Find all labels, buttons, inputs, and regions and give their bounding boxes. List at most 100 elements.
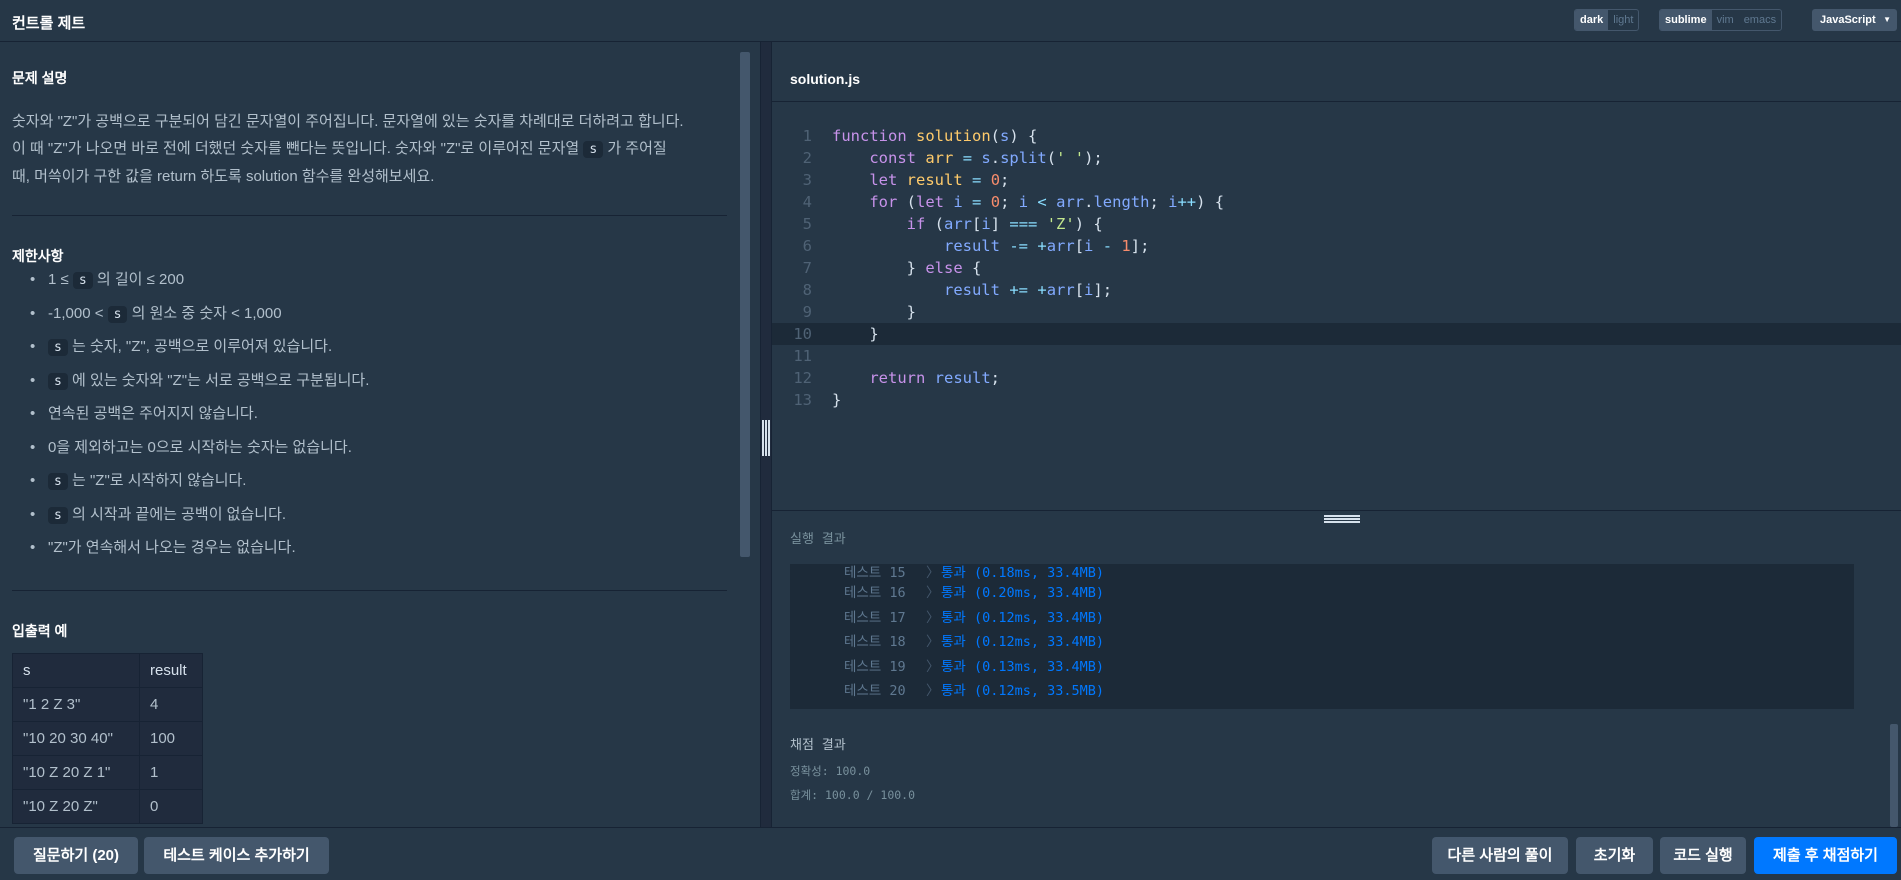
line-number: 6 (802, 237, 812, 255)
vertical-splitter[interactable] (760, 42, 772, 827)
table-header: s (12, 653, 140, 688)
table-cell: 100 (139, 721, 203, 756)
horizontal-splitter[interactable] (772, 510, 1901, 524)
description-line-2: 이 때 "Z"가 나오면 바로 전에 더했던 숫자를 뺀다는 뜻입니다. 숫자와… (12, 135, 732, 163)
code-line[interactable]: 1 function solution(s) { (772, 125, 1901, 147)
code-line[interactable]: 9 } (772, 301, 1901, 323)
description-line-3: 때, 머쓱이가 구한 값을 return 하도록 solution 함수를 완성… (12, 168, 435, 185)
inline-code: s (583, 141, 604, 158)
keymap-vim-option[interactable]: vim (1712, 10, 1739, 30)
constraint-item: 0을 제외하고는 0으로 시작하는 숫자는 없습니다. (30, 435, 369, 469)
line-number: 12 (793, 369, 812, 387)
others-solutions-button[interactable]: 다른 사람의 풀이 (1432, 837, 1568, 874)
code-line[interactable]: 13} (772, 389, 1901, 411)
table-header: result (139, 653, 203, 688)
code-line[interactable]: 2 const arr = s.split(' '); (772, 147, 1901, 169)
code-line[interactable]: 5 if (arr[i] === 'Z') { (772, 213, 1901, 235)
table-header-row: s result (12, 653, 203, 688)
constraint-item: 1 ≤ s 의 길이 ≤ 200 (30, 267, 369, 301)
table-cell: "10 20 30 40" (12, 721, 140, 756)
code-line[interactable]: 8 result += +arr[i]; (772, 279, 1901, 301)
constraint-text: 연속된 공백은 주어지지 않습니다. (48, 405, 258, 422)
table-cell: 1 (139, 755, 203, 790)
drag-handle-icon[interactable] (1324, 515, 1360, 523)
results-panel: 실행 결과 테스트 15 〉 통과 (0.18ms, 33.4MB) 테스트 16 〉… (772, 524, 1901, 827)
reset-button[interactable]: 초기화 (1576, 837, 1653, 874)
constraint-text: 의 원소 중 숫자 < 1,000 (127, 304, 282, 322)
accuracy-score: 정확성: 100.0 (790, 764, 871, 778)
test-separator: 〉 (926, 683, 940, 699)
code-line[interactable]: 6 result -= +arr[i - 1]; (772, 235, 1901, 257)
language-select[interactable]: JavaScript ▼ (1812, 9, 1897, 31)
editor-filename: solution.js (790, 71, 860, 87)
line-number: 9 (802, 303, 812, 321)
code-line[interactable]: 4 for (let i = 0; i < arr.length; i++) { (772, 191, 1901, 213)
test-label: 테스트 18 (844, 634, 906, 650)
problem-description: 숫자와 "Z"가 공백으로 구분되어 담긴 문자열이 주어집니다. 문자열에 있… (12, 108, 732, 190)
submit-button[interactable]: 제출 후 채점하기 (1754, 837, 1897, 874)
code-editor[interactable]: 1 function solution(s) { 2 const arr = s.… (772, 103, 1901, 510)
inline-code: s (48, 506, 68, 524)
test-label: 테스트 17 (844, 610, 906, 626)
constraint-item: s 에 있는 숫자와 "Z"는 서로 공백으로 구분됩니다. (30, 368, 369, 402)
constraint-text: 의 길이 ≤ 200 (92, 271, 185, 288)
constraint-item: 연속된 공백은 주어지지 않습니다. (30, 401, 369, 435)
keymap-toggle[interactable]: sublime vim emacs (1659, 9, 1783, 31)
divider (12, 590, 727, 591)
ask-question-button[interactable]: 질문하기 (20) (14, 837, 138, 874)
theme-light-option[interactable]: light (1608, 10, 1638, 30)
results-scrollbar[interactable] (1890, 724, 1898, 827)
grading-result: 채점 결과 정확성: 100.0 합계: 100.0 / 100.0 (790, 734, 915, 803)
divider (12, 215, 727, 216)
results-title: 실행 결과 (790, 532, 846, 547)
app-title: 컨트롤 제트 (12, 15, 86, 32)
problem-scrollbar[interactable] (740, 52, 750, 557)
line-number: 1 (802, 127, 812, 145)
constraint-text: 는 "Z"로 시작하지 않습니다. (67, 472, 247, 489)
test-label: 테스트 20 (844, 683, 906, 699)
language-label: JavaScript (1820, 14, 1876, 26)
table-cell: 0 (139, 789, 203, 824)
code-line[interactable]: 12 return result; (772, 367, 1901, 389)
line-number: 8 (802, 281, 812, 299)
code-line[interactable]: 7 } else { (772, 257, 1901, 279)
top-bar: 컨트롤 제트 dark light sublime vim emacs Java… (0, 0, 1901, 42)
drag-handle-icon[interactable] (762, 420, 770, 456)
constraints-list: 1 ≤ s 의 길이 ≤ 200 -1,000 < s 의 원소 중 숫자 < … (30, 267, 369, 569)
test-separator: 〉 (926, 610, 940, 626)
line-number: 5 (802, 215, 812, 233)
total-score: 합계: 100.0 / 100.0 (790, 788, 916, 802)
line-number: 3 (802, 171, 812, 189)
code-line[interactable]: 3 let result = 0; (772, 169, 1901, 191)
table-row: "10 Z 20 Z" 0 (12, 789, 203, 824)
description-text: 이 때 "Z"가 나오면 바로 전에 더했던 숫자를 뺀다는 뜻입니다. 숫자와… (12, 140, 584, 157)
line-number: 7 (802, 259, 812, 277)
code-line-active[interactable]: 10 } (772, 323, 1901, 345)
test-status: 통과 (0.20ms, 33.4MB) (941, 585, 1105, 601)
keymap-sublime-option[interactable]: sublime (1660, 10, 1712, 30)
constraint-item: s 는 "Z"로 시작하지 않습니다. (30, 468, 369, 502)
test-results-list: 테스트 15 〉 통과 (0.18ms, 33.4MB) 테스트 16 〉 통과 (0.… (790, 564, 1854, 709)
keymap-emacs-option[interactable]: emacs (1739, 10, 1781, 30)
theme-toggle[interactable]: dark light (1574, 9, 1640, 31)
test-status: 통과 (0.12ms, 33.4MB) (941, 634, 1105, 650)
inline-code: s (48, 372, 68, 390)
test-separator: 〉 (926, 634, 940, 650)
code-line[interactable]: 11 (772, 345, 1901, 367)
editor-header: solution.js (772, 42, 1901, 102)
constraint-text: 0을 제외하고는 0으로 시작하는 숫자는 없습니다. (48, 438, 352, 456)
constraint-item: -1,000 < s 의 원소 중 숫자 < 1,000 (30, 301, 369, 335)
theme-dark-option[interactable]: dark (1575, 10, 1609, 30)
table-cell: "1 2 Z 3" (12, 687, 140, 722)
test-status: 통과 (0.12ms, 33.5MB) (941, 683, 1105, 699)
inline-code: s (48, 339, 68, 356)
line-number: 4 (802, 193, 812, 211)
table-row: "10 Z 20 Z 1" 1 (12, 755, 203, 790)
run-code-button[interactable]: 코드 실행 (1660, 837, 1746, 874)
problem-panel: 문제 설명 숫자와 "Z"가 공백으로 구분되어 담긴 문자열이 주어집니다. … (0, 42, 760, 827)
test-separator: 〉 (926, 659, 940, 675)
description-line-1: 숫자와 "Z"가 공백으로 구분되어 담긴 문자열이 주어집니다. 문자열에 있… (12, 113, 684, 130)
caret-down-icon: ▼ (1883, 15, 1891, 24)
add-testcase-button[interactable]: 테스트 케이스 추가하기 (144, 837, 329, 874)
line-number: 10 (793, 325, 812, 343)
